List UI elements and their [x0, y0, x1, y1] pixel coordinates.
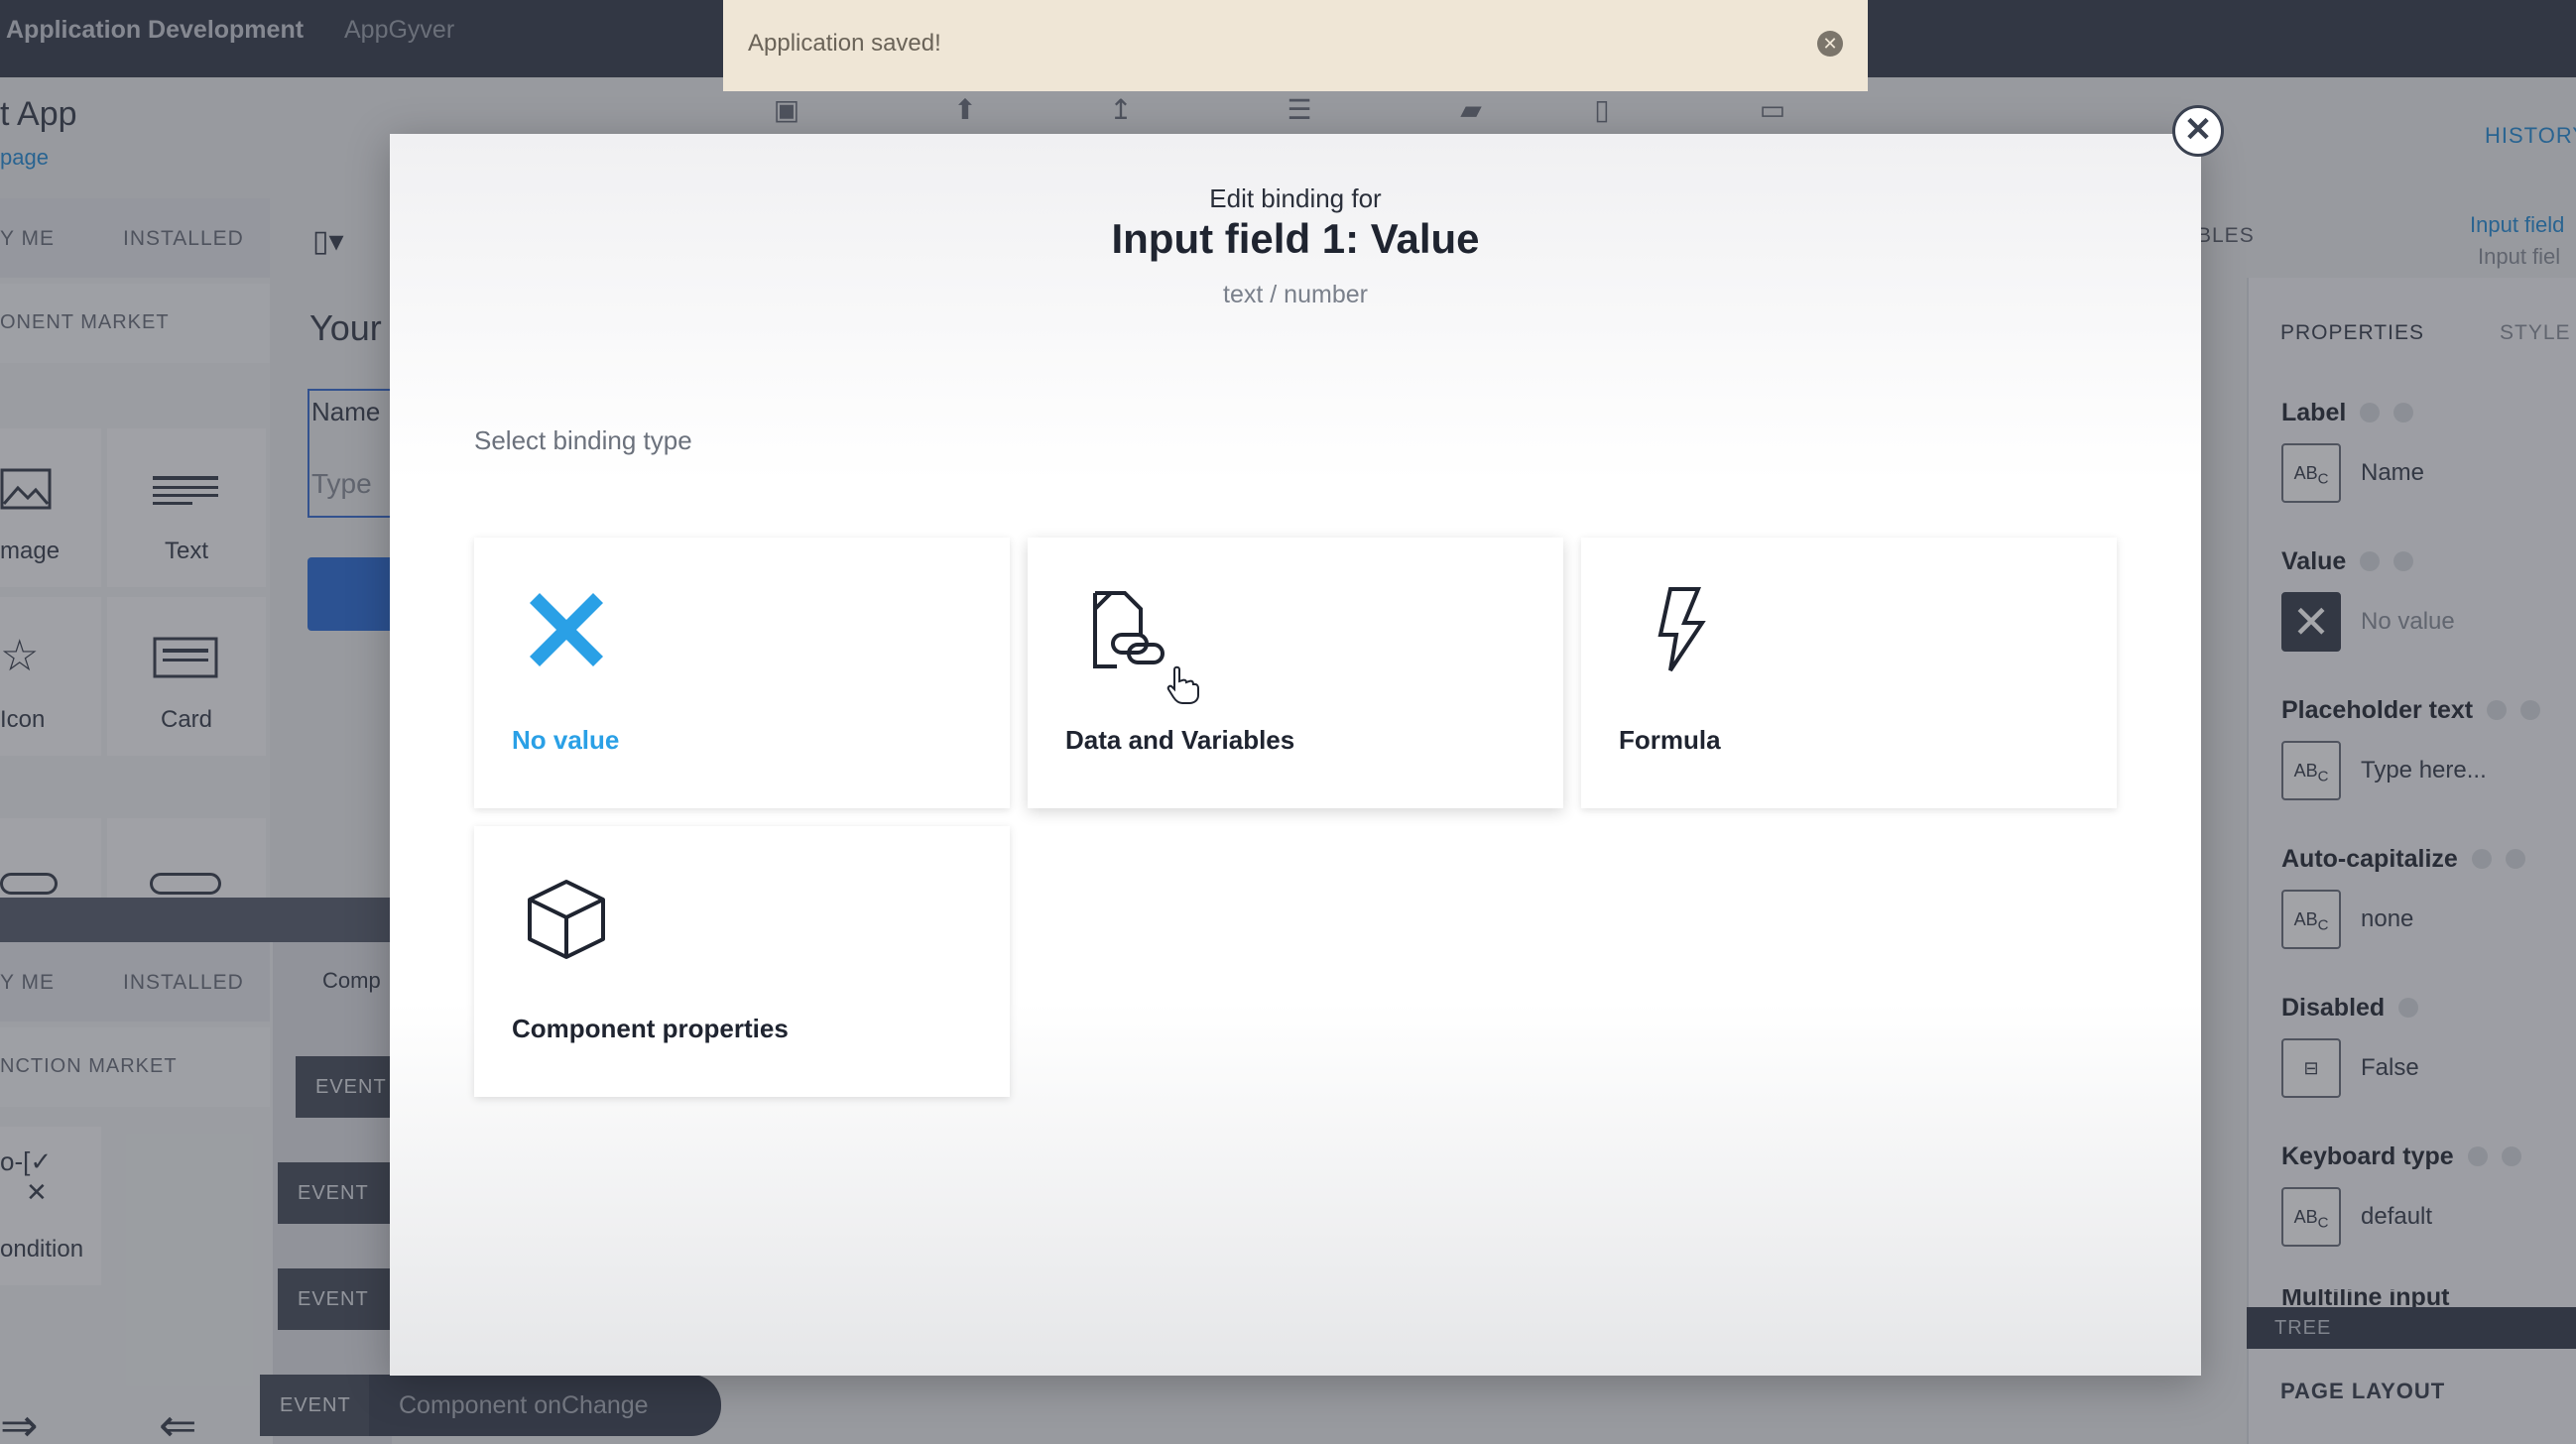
binding-option-no-value[interactable]: No value — [474, 538, 1010, 808]
x-icon — [530, 593, 603, 666]
formula-label: Formula — [1619, 725, 1721, 755]
toast-close-icon[interactable]: ✕ — [1817, 31, 1843, 57]
data-link-icon — [1093, 591, 1165, 668]
binding-option-formula[interactable]: Formula — [1581, 538, 2117, 808]
toast-message: Application saved! — [748, 30, 941, 57]
save-toast: Application saved! ✕ — [723, 0, 1868, 91]
component-properties-label: Component properties — [512, 1014, 789, 1043]
select-binding-type-label: Select binding type — [474, 425, 692, 455]
binding-option-data-and-variables[interactable]: Data and Variables — [1028, 538, 1563, 808]
edit-binding-modal: Edit binding for Input field 1: Value te… — [390, 134, 2201, 1376]
data-and-variables-label: Data and Variables — [1065, 725, 1295, 755]
cube-icon — [528, 880, 605, 959]
modal-subtitle: Edit binding for — [1209, 183, 1382, 213]
no-value-label: No value — [512, 725, 620, 755]
binding-value-type: text / number — [1223, 281, 1368, 308]
lightning-icon — [1657, 587, 1706, 672]
modal-close-button[interactable]: ✕ — [2172, 105, 2224, 157]
hand-cursor-icon — [1166, 665, 1199, 704]
modal-title: Input field 1: Value — [1111, 215, 1480, 262]
binding-option-component-properties[interactable]: Component properties — [474, 826, 1010, 1097]
